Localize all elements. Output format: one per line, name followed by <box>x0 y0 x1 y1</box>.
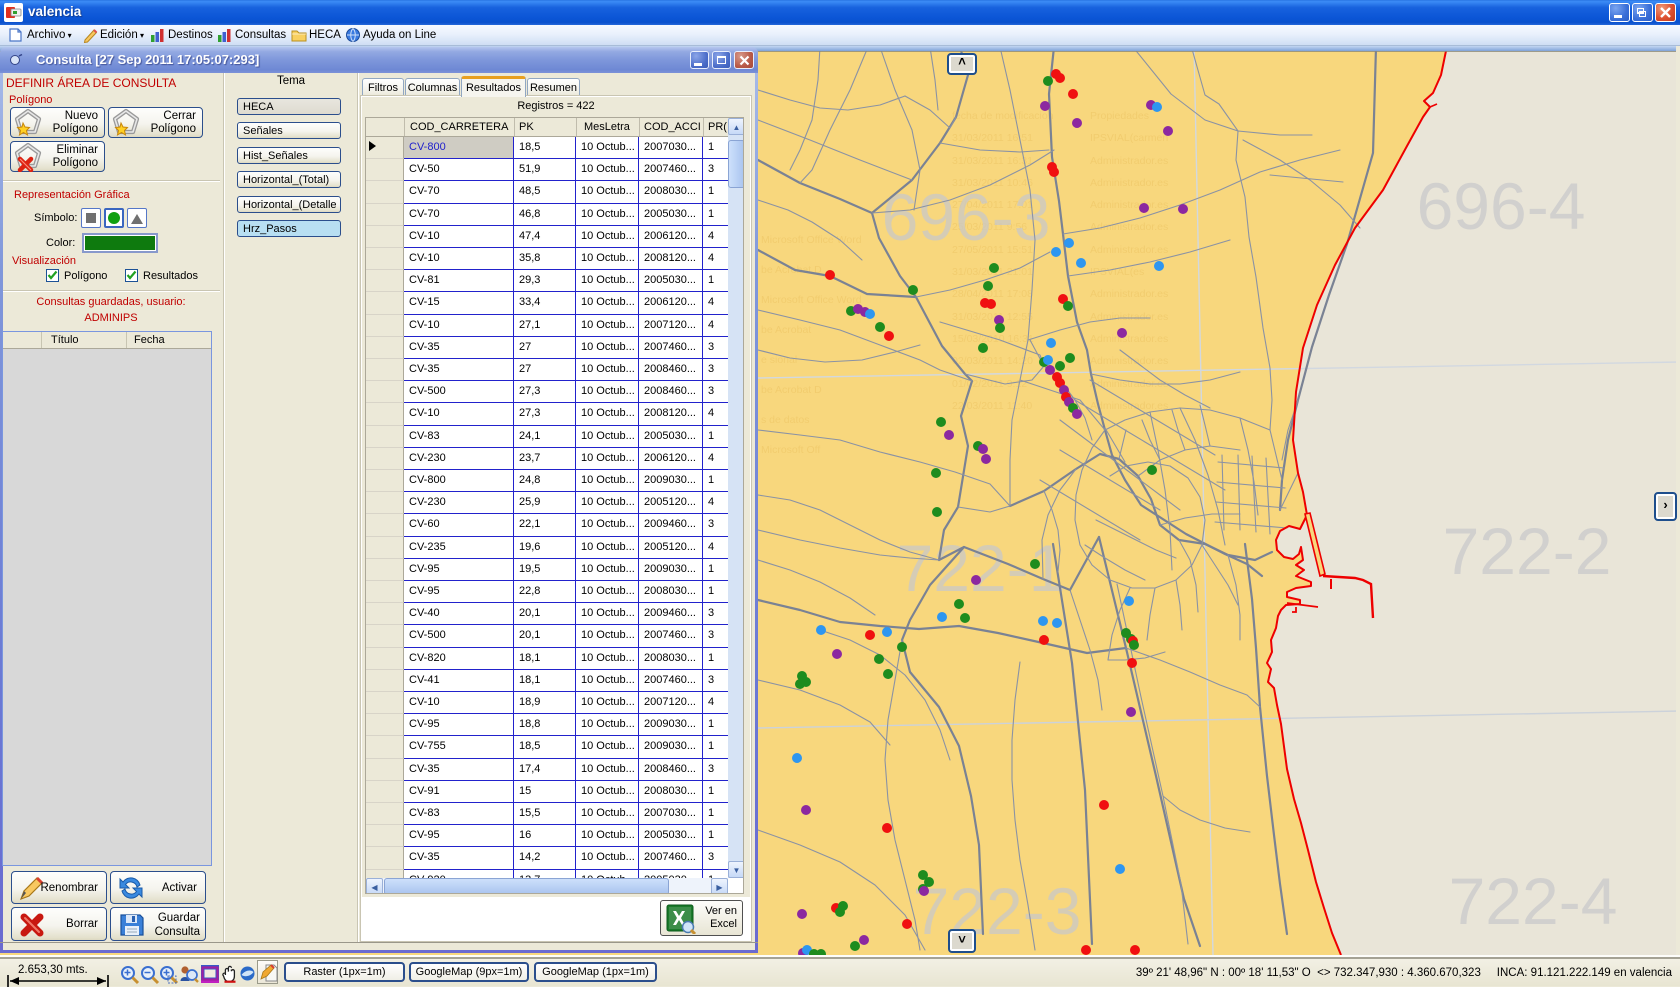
svg-text:be Acrobat: be Acrobat <box>761 324 811 336</box>
svg-text:Administrador.es: Administrador.es <box>1090 288 1168 300</box>
svg-text:Administrador.es: Administrador.es <box>1090 221 1168 233</box>
svg-text:722-2: 722-2 <box>1443 514 1612 588</box>
svg-text:15/03/2010 16:31: 15/03/2010 16:31 <box>952 333 1034 345</box>
svg-text:be Acrobat D: be Acrobat D <box>761 264 822 276</box>
svg-text:722-4: 722-4 <box>1449 864 1618 938</box>
svg-text:Microsoft Office Word: Microsoft Office Word <box>761 234 862 246</box>
svg-text:Microsoft Off: Microsoft Off <box>761 444 820 456</box>
svg-text:Microsoft Office Word: Microsoft Office Word <box>761 294 862 306</box>
svg-text:Propiedades: Propiedades <box>1090 110 1149 122</box>
svg-text:Administrador.es: Administrador.es <box>1090 177 1168 189</box>
svg-text:Administrador.es: Administrador.es <box>1090 333 1168 345</box>
svg-text:s de datos: s de datos <box>761 414 809 426</box>
svg-text:fecha de modificacion: fecha de modificacion <box>952 110 1054 122</box>
svg-text:Administrador.es: Administrador.es <box>1090 155 1168 167</box>
svg-text:31/03/2011 16:31: 31/03/2011 16:31 <box>952 155 1033 167</box>
svg-text:722-3: 722-3 <box>913 874 1082 948</box>
svg-text:be Acrobat D: be Acrobat D <box>761 384 822 396</box>
svg-text:Administrador.es: Administrador.es <box>1090 199 1168 211</box>
svg-text:28/04/2011 17:08: 28/04/2011 17:08 <box>952 288 1033 300</box>
svg-text:31/03/2011 12:55: 31/03/2011 12:55 <box>952 311 1033 323</box>
svg-text:Administrador.es: Administrador.es <box>1090 311 1168 323</box>
svg-text:02/03/2011 14:20: 02/03/2011 14:20 <box>952 355 1033 367</box>
svg-text:722-1: 722-1 <box>897 531 1066 605</box>
svg-text:Administrador.es: Administrador.es <box>1090 400 1168 412</box>
svg-text:696-3: 696-3 <box>882 180 1051 254</box>
svg-text:696-4: 696-4 <box>1417 169 1586 243</box>
svg-text:IPSVIAL(carmen: IPSVIAL(carmen <box>1090 132 1168 144</box>
svg-text:Administrador.es: Administrador.es <box>1090 244 1168 256</box>
